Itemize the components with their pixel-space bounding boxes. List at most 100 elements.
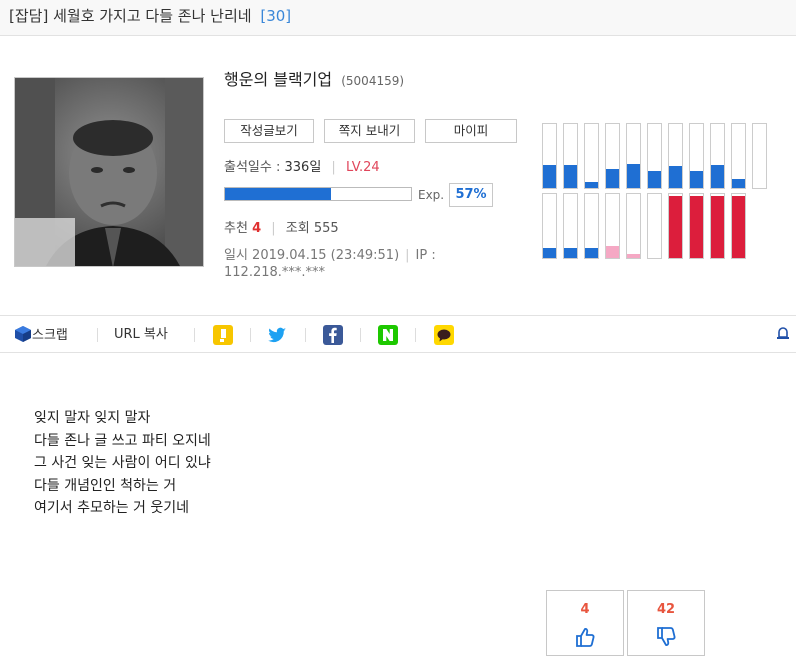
activity-bar: [731, 123, 746, 189]
activity-bar-fill: [606, 245, 619, 258]
activity-bar: [647, 123, 662, 189]
activity-bar-fill: [627, 254, 640, 258]
naver-icon[interactable]: [378, 325, 398, 345]
activity-bar-fill: [690, 195, 703, 258]
divider: [360, 328, 361, 342]
facebook-glyph: [329, 327, 337, 343]
activity-bar: [668, 193, 683, 259]
recommend-value: 4: [252, 221, 262, 236]
divider: [250, 328, 251, 342]
activity-bar-fill: [543, 248, 556, 258]
activity-bar-fill: [669, 195, 682, 258]
kakaotalk-icon[interactable]: [434, 325, 454, 345]
activity-bar-fill: [564, 248, 577, 258]
post-content-line: 여기서 추모하는 거 웃기네: [34, 500, 190, 516]
activity-bar-fill: [711, 164, 724, 188]
upvote-count: 4: [580, 602, 590, 617]
activity-bar: [584, 123, 599, 189]
activity-bar: [584, 193, 599, 259]
url-copy-button[interactable]: URL 복사: [114, 325, 168, 345]
activity-bar: [605, 193, 620, 259]
exp-progress-bar: [224, 187, 412, 201]
divider: [97, 328, 98, 342]
thumbs-up-icon: [576, 628, 595, 647]
activity-bar: [731, 193, 746, 259]
post-content-line: 잊지 말자 잊지 말자: [34, 410, 151, 426]
views-value: 555: [313, 221, 339, 236]
scrap-cube-icon: [15, 326, 31, 342]
post-datetime: 일시 2019.04.15 (23:49:51): [224, 248, 400, 263]
mypi-button[interactable]: 마이피: [425, 119, 517, 143]
kakaostory-icon[interactable]: [213, 325, 233, 345]
activity-bar: [563, 193, 578, 259]
activity-bar-fill: [585, 181, 598, 188]
author-avatar-photo: [15, 78, 203, 266]
activity-bar: [605, 123, 620, 189]
activity-bar: [542, 193, 557, 259]
comment-count[interactable]: [30]: [260, 7, 291, 25]
divider: [415, 328, 416, 342]
activity-bar-fill: [732, 179, 745, 188]
share-toolbar: 스크랩 URL 복사: [0, 315, 796, 353]
kakaotalk-glyph: [437, 329, 451, 342]
activity-bar: [689, 123, 704, 189]
post-content-line: 다들 개념인인 척하는 거: [34, 477, 177, 494]
post-content-line: 다들 존나 글 쓰고 파티 오지네: [34, 432, 211, 449]
activity-bar-fill: [669, 166, 682, 188]
naver-glyph: [383, 329, 393, 341]
facebook-icon[interactable]: [323, 325, 343, 345]
recommend-label: 추천: [224, 221, 248, 236]
downvote-count: 42: [656, 602, 676, 617]
exp-percent: 57%: [449, 183, 493, 207]
twitter-glyph: [268, 327, 286, 343]
post-title: [잡담] 세월호 가지고 다들 존나 난리네 [30]: [9, 5, 291, 26]
divider: [194, 328, 195, 342]
scrap-label: 스크랩: [32, 328, 68, 343]
downvote-button[interactable]: 42: [627, 590, 705, 656]
views-label: 조회: [285, 221, 310, 236]
divider: |: [405, 248, 410, 263]
activity-bar: [710, 123, 725, 189]
exp-progress-fill: [225, 188, 332, 200]
kakaostory-glyph: [220, 329, 226, 342]
activity-bar-fill: [732, 195, 745, 258]
activity-bar: [668, 123, 683, 189]
report-icon[interactable]: [776, 325, 790, 345]
scrap-button[interactable]: 스크랩: [14, 325, 68, 345]
author-user-id: (5004159): [341, 74, 405, 88]
activity-bar: [710, 193, 725, 259]
author-nickname[interactable]: 행운의 블랙기업: [224, 70, 332, 89]
divider: [305, 328, 306, 342]
divider: |: [331, 160, 336, 175]
activity-bar-graph: [542, 123, 772, 263]
activity-bar-fill: [648, 171, 661, 188]
attendance-row: 출석일수 : 336일 | LV.24: [224, 156, 380, 175]
post-content-line: 그 사건 잊는 사람이 어디 있냐: [34, 455, 211, 471]
activity-bar: [689, 193, 704, 259]
activity-bar-fill: [690, 171, 703, 188]
level-value: LV.24: [345, 160, 380, 175]
post-stats-row: 추천 4 | 조회 555: [224, 217, 339, 236]
activity-bar: [626, 123, 641, 189]
twitter-icon[interactable]: [267, 325, 287, 345]
activity-bar-fill: [711, 195, 724, 258]
activity-bar: [752, 123, 767, 189]
report-siren-glyph: [777, 327, 789, 339]
upvote-button[interactable]: 4: [546, 590, 624, 656]
attendance-label: 출석일수 :: [224, 160, 281, 175]
exp-label: Exp.: [418, 188, 445, 202]
activity-bar: [647, 193, 662, 259]
post-title-text: 세월호 가지고 다들 존나 난리네: [53, 7, 252, 25]
author-avatar: [14, 77, 204, 267]
thumbs-down-icon: [657, 627, 676, 646]
divider: |: [271, 221, 276, 236]
activity-bar-fill: [543, 164, 556, 188]
send-message-button[interactable]: 쪽지 보내기: [324, 119, 415, 143]
activity-bar: [626, 193, 641, 259]
activity-bar-fill: [564, 164, 577, 188]
view-posts-button[interactable]: 작성글보기: [224, 119, 314, 143]
activity-bar-fill: [606, 168, 619, 188]
activity-bar: [563, 123, 578, 189]
author-nickname-row: 행운의 블랙기업 (5004159): [224, 66, 404, 90]
post-datetime-ip: 일시 2019.04.15 (23:49:51) | IP : 112.218.**…: [224, 247, 469, 281]
